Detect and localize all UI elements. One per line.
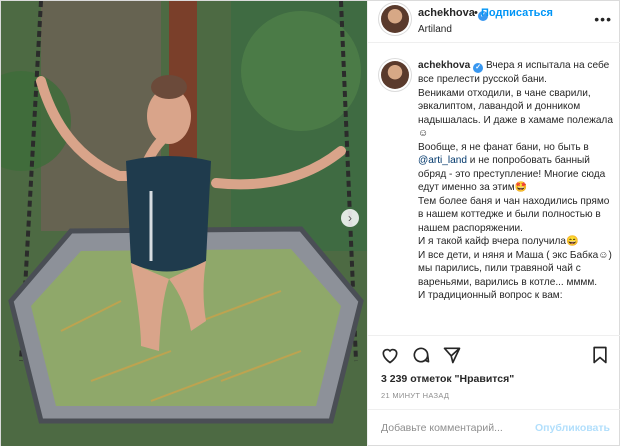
instagram-post: › achekhova ✓ • Подписаться Artiland ••• … bbox=[0, 0, 620, 446]
post-timestamp[interactable]: 21 минут назад bbox=[381, 391, 449, 400]
verified-badge-icon: ✓ bbox=[473, 63, 484, 73]
dot-separator: • bbox=[474, 7, 478, 19]
bookmark-icon[interactable] bbox=[590, 345, 610, 365]
likes-count[interactable]: 3 239 отметок "Нравится" bbox=[381, 373, 514, 385]
caption-line: И я такой кайф вчера получила😄 bbox=[418, 236, 579, 247]
mention-link[interactable]: @arti_land bbox=[418, 155, 467, 166]
comment-input[interactable] bbox=[381, 422, 541, 434]
caption-line: Тем более баня и чан находились прямо в … bbox=[418, 195, 610, 234]
comment-bubble-icon[interactable] bbox=[411, 345, 431, 365]
post-actions bbox=[368, 335, 620, 375]
post-side-panel: achekhova ✓ • Подписаться Artiland ••• ac… bbox=[367, 1, 620, 446]
more-options-icon[interactable]: ••• bbox=[594, 11, 612, 27]
follow-button[interactable]: Подписаться bbox=[481, 7, 553, 19]
next-photo-button[interactable]: › bbox=[341, 209, 359, 227]
caption-line: И все дети, и няня и Маша ( экс Бабка☺) … bbox=[418, 249, 612, 288]
post-location[interactable]: Artiland bbox=[418, 24, 452, 35]
paper-plane-icon[interactable] bbox=[442, 345, 462, 365]
caption-avatar[interactable] bbox=[381, 61, 409, 89]
caption-line: Вениками отходили, в чане сварили, эвкал… bbox=[418, 87, 613, 140]
author-avatar[interactable] bbox=[381, 5, 409, 33]
caption-line: И традиционный вопрос к вам: bbox=[418, 290, 563, 301]
post-header: achekhova ✓ • Подписаться Artiland ••• bbox=[368, 1, 620, 43]
caption-username[interactable]: achekhova ✓ bbox=[418, 60, 484, 73]
post-photo-illustration bbox=[1, 1, 367, 446]
caption-text: achekhova ✓ Вчера я испытала на себе все … bbox=[418, 59, 614, 303]
comment-bar: Опубликовать bbox=[368, 409, 620, 446]
post-caption: achekhova ✓ Вчера я испытала на себе все … bbox=[368, 53, 620, 335]
publish-button[interactable]: Опубликовать bbox=[535, 422, 610, 434]
heart-icon[interactable] bbox=[380, 345, 400, 365]
caption-line: achekhova ✓ Вчера я испытала на себе все … bbox=[418, 60, 610, 85]
caption-line: Вообще, я не фанат бани, но быть в @arti… bbox=[418, 141, 606, 194]
post-photo[interactable]: › bbox=[1, 1, 367, 446]
